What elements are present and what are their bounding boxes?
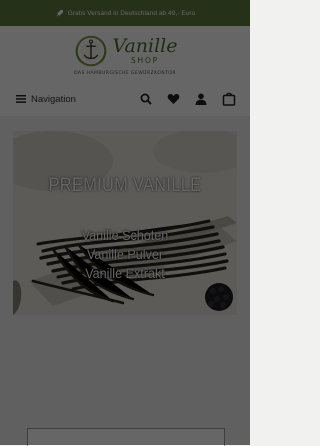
navbar: Navigation <box>0 82 250 116</box>
content-card <box>27 428 225 446</box>
user-icon[interactable] <box>195 93 207 105</box>
hero-headline: PREMIUM VANILLE <box>48 175 202 196</box>
logo[interactable]: Vanille SHOP <box>72 32 178 70</box>
heart-icon[interactable] <box>167 93 180 105</box>
logo-sub-text: SHOP <box>130 56 159 66</box>
search-icon[interactable] <box>140 93 152 105</box>
hero-line-powder: Vanille Pulver <box>86 246 164 262</box>
hamburger-icon <box>16 95 26 103</box>
navigation-label: Navigation <box>31 93 76 105</box>
navigation-toggle[interactable]: Navigation <box>16 94 76 105</box>
logo-tagline: DAS HAMBURGISCHE GEWÜRZKONTOR <box>74 71 176 76</box>
logo-area[interactable]: Vanille SHOP DAS HAMBURGISCHE GEWÜRZKONT… <box>0 26 250 82</box>
announcement-bar: Gratis Versand in Deutschland ab 49,- Eu… <box>0 0 250 26</box>
announcement-text: Gratis Versand in Deutschland ab 49,- Eu… <box>67 9 196 17</box>
header-icons <box>140 92 236 106</box>
vanilla-pods-image <box>13 131 237 315</box>
anchor-emblem-icon <box>76 35 107 67</box>
shopping-bag-icon[interactable] <box>222 92 236 106</box>
blackberry-icon <box>205 283 233 311</box>
logo-main-text: Vanille <box>112 35 178 58</box>
hero-subheadings: Vanille Schoten Vanille Pulver Vanille E… <box>13 226 237 283</box>
hero-banner[interactable]: PREMIUM VANILLE Vanille Schoten Vanille … <box>13 131 237 315</box>
hero-line-extract: Vanille Extrakt <box>85 265 165 281</box>
hero-line-pods: Vanille Schoten <box>81 227 169 243</box>
rocket-icon <box>56 9 63 16</box>
page: Gratis Versand in Deutschland ab 49,- Eu… <box>0 0 250 446</box>
